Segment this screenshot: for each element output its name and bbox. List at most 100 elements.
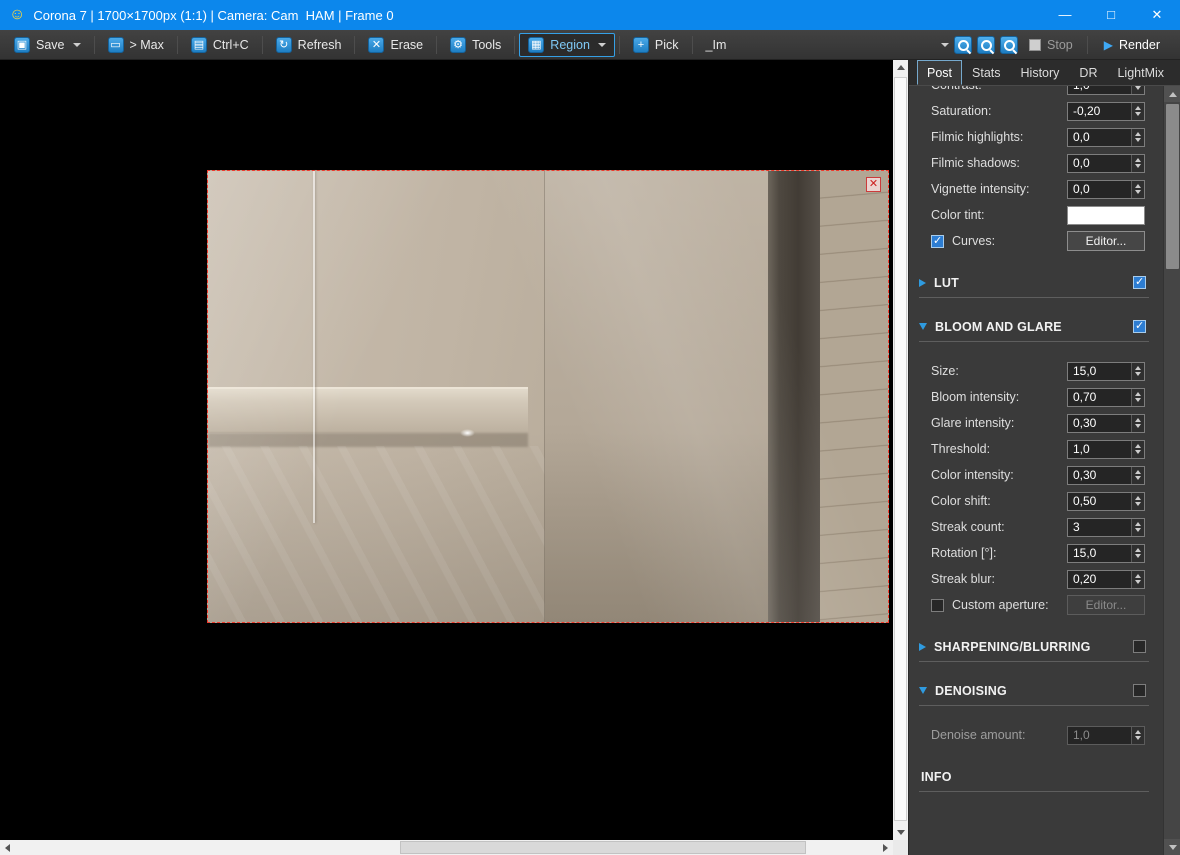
glare-intensity-spinner[interactable] bbox=[1131, 414, 1144, 432]
color-intensity-spinner[interactable] bbox=[1131, 466, 1144, 484]
spinner-up-icon[interactable] bbox=[1135, 392, 1141, 396]
spinner-up-icon[interactable] bbox=[1135, 470, 1141, 474]
spinner-down-icon[interactable] bbox=[1135, 112, 1141, 116]
chevron-down-icon[interactable] bbox=[597, 42, 606, 47]
threshold-spinner[interactable] bbox=[1131, 440, 1144, 458]
region-button[interactable]: ▦ Region bbox=[519, 32, 615, 57]
zoom-in-icon[interactable] bbox=[977, 35, 996, 54]
spinner-down-icon[interactable] bbox=[1135, 502, 1141, 506]
streak-blur-input[interactable]: 0,20 bbox=[1067, 569, 1145, 589]
scroll-up-icon[interactable] bbox=[1164, 86, 1180, 102]
scroll-down-icon[interactable] bbox=[893, 825, 908, 840]
spinner-down-icon[interactable] bbox=[1135, 424, 1141, 428]
horizontal-scroll-thumb[interactable] bbox=[400, 841, 806, 854]
section-sharpening-blurring[interactable]: SHARPENING/BLURRING bbox=[919, 632, 1149, 662]
spinner-down-icon[interactable] bbox=[1135, 476, 1141, 480]
rotation-spinner[interactable] bbox=[1131, 544, 1144, 562]
contrast-input[interactable]: 1,0 bbox=[1067, 86, 1145, 95]
pick-button[interactable]: + Pick bbox=[624, 33, 688, 57]
rotation-input[interactable]: 15,0 bbox=[1067, 543, 1145, 563]
spinner-up-icon[interactable] bbox=[1135, 574, 1141, 578]
viewport-horizontal-scrollbar[interactable] bbox=[0, 840, 893, 855]
bloom-intensity-input[interactable]: 0,70 bbox=[1067, 387, 1145, 407]
tools-button[interactable]: ⚙ Tools bbox=[441, 33, 510, 57]
spinner-up-icon[interactable] bbox=[1135, 366, 1141, 370]
panel-scrollbar[interactable] bbox=[1163, 86, 1180, 855]
spinner-down-icon[interactable] bbox=[1135, 164, 1141, 168]
erase-button[interactable]: ✕ Erase bbox=[359, 33, 432, 57]
stop-button[interactable]: Stop bbox=[1023, 38, 1079, 52]
zoom-fit-icon[interactable] bbox=[954, 35, 973, 54]
render-button[interactable]: ▶ Render bbox=[1096, 38, 1168, 52]
close-button[interactable]: ✕ bbox=[1134, 0, 1180, 30]
curves-checkbox[interactable] bbox=[931, 234, 944, 248]
filmic-highlights-input[interactable]: 0,0 bbox=[1067, 127, 1145, 147]
chevron-down-icon[interactable] bbox=[72, 42, 81, 47]
render-region[interactable]: ✕ bbox=[207, 170, 889, 623]
filmic-shadows-input[interactable]: 0,0 bbox=[1067, 153, 1145, 173]
custom-aperture-editor-button[interactable]: Editor... bbox=[1067, 595, 1145, 615]
spinner-up-icon[interactable] bbox=[1135, 418, 1141, 422]
spinner-down-icon[interactable] bbox=[1135, 554, 1141, 558]
size-input[interactable]: 15,0 bbox=[1067, 361, 1145, 381]
spinner-down-icon[interactable] bbox=[1135, 138, 1141, 142]
tab-history[interactable]: History bbox=[1011, 60, 1070, 85]
save-button[interactable]: ▣ Save bbox=[5, 33, 90, 57]
spinner-up-icon[interactable] bbox=[1135, 548, 1141, 552]
im-button[interactable]: _Im bbox=[697, 34, 736, 56]
spinner-down-icon[interactable] bbox=[1135, 450, 1141, 454]
saturation-input[interactable]: -0,20 bbox=[1067, 101, 1145, 121]
curves-editor-button[interactable]: Editor... bbox=[1067, 231, 1145, 251]
lut-checkbox[interactable] bbox=[1133, 275, 1146, 289]
streak-count-spinner[interactable] bbox=[1131, 518, 1144, 536]
chevron-right-icon[interactable] bbox=[919, 642, 926, 651]
threshold-input[interactable]: 1,0 bbox=[1067, 439, 1145, 459]
filmic-shadows-spinner[interactable] bbox=[1131, 154, 1144, 172]
scroll-right-icon[interactable] bbox=[878, 840, 893, 855]
zoom-out-icon[interactable] bbox=[1000, 35, 1019, 54]
chevron-right-icon[interactable] bbox=[919, 278, 926, 287]
spinner-down-icon[interactable] bbox=[1135, 398, 1141, 402]
tab-dr[interactable]: DR bbox=[1069, 60, 1107, 85]
region-close-icon[interactable]: ✕ bbox=[866, 177, 881, 192]
spinner-up-icon[interactable] bbox=[1135, 132, 1141, 136]
minimize-button[interactable]: — bbox=[1042, 0, 1088, 30]
scroll-left-icon[interactable] bbox=[0, 840, 15, 855]
spinner-up-icon[interactable] bbox=[1135, 444, 1141, 448]
chevron-down-icon[interactable] bbox=[919, 323, 927, 330]
section-bloom-glare[interactable]: BLOOM AND GLARE bbox=[919, 312, 1149, 342]
contrast-spinner[interactable] bbox=[1131, 86, 1144, 94]
vignette-spinner[interactable] bbox=[1131, 180, 1144, 198]
bloom-glare-checkbox[interactable] bbox=[1133, 319, 1146, 333]
scroll-up-icon[interactable] bbox=[893, 60, 908, 75]
tab-stats[interactable]: Stats bbox=[962, 60, 1011, 85]
streak-blur-spinner[interactable] bbox=[1131, 570, 1144, 588]
denoising-checkbox[interactable] bbox=[1133, 684, 1146, 697]
glare-intensity-input[interactable]: 0,30 bbox=[1067, 413, 1145, 433]
panel-scroll-thumb[interactable] bbox=[1166, 104, 1179, 269]
render-viewport[interactable]: ✕ bbox=[0, 60, 893, 840]
viewport-vertical-scrollbar[interactable] bbox=[893, 60, 908, 840]
sharpening-checkbox[interactable] bbox=[1133, 640, 1146, 653]
spinner-down-icon[interactable] bbox=[1135, 580, 1141, 584]
spinner-down-icon[interactable] bbox=[1135, 372, 1141, 376]
spinner-down-icon[interactable] bbox=[1135, 86, 1141, 90]
tab-post[interactable]: Post bbox=[917, 60, 963, 85]
filmic-highlights-spinner[interactable] bbox=[1131, 128, 1144, 146]
color-intensity-input[interactable]: 0,30 bbox=[1067, 465, 1145, 485]
spinner-up-icon[interactable] bbox=[1135, 106, 1141, 110]
vignette-intensity-input[interactable]: 0,0 bbox=[1067, 179, 1145, 199]
max-button[interactable]: ▭ > Max bbox=[99, 33, 173, 57]
spinner-up-icon[interactable] bbox=[1135, 184, 1141, 188]
saturation-spinner[interactable] bbox=[1131, 102, 1144, 120]
spinner-up-icon[interactable] bbox=[1135, 496, 1141, 500]
toolbar-overflow-chevron-icon[interactable] bbox=[941, 42, 950, 47]
chevron-down-icon[interactable] bbox=[919, 687, 927, 694]
size-spinner[interactable] bbox=[1131, 362, 1144, 380]
spinner-up-icon[interactable] bbox=[1135, 158, 1141, 162]
streak-count-input[interactable]: 3 bbox=[1067, 517, 1145, 537]
scroll-down-icon[interactable] bbox=[1164, 839, 1180, 855]
color-tint-swatch[interactable] bbox=[1067, 205, 1145, 225]
refresh-button[interactable]: ↻ Refresh bbox=[267, 33, 351, 57]
vertical-scroll-thumb[interactable] bbox=[894, 77, 907, 821]
